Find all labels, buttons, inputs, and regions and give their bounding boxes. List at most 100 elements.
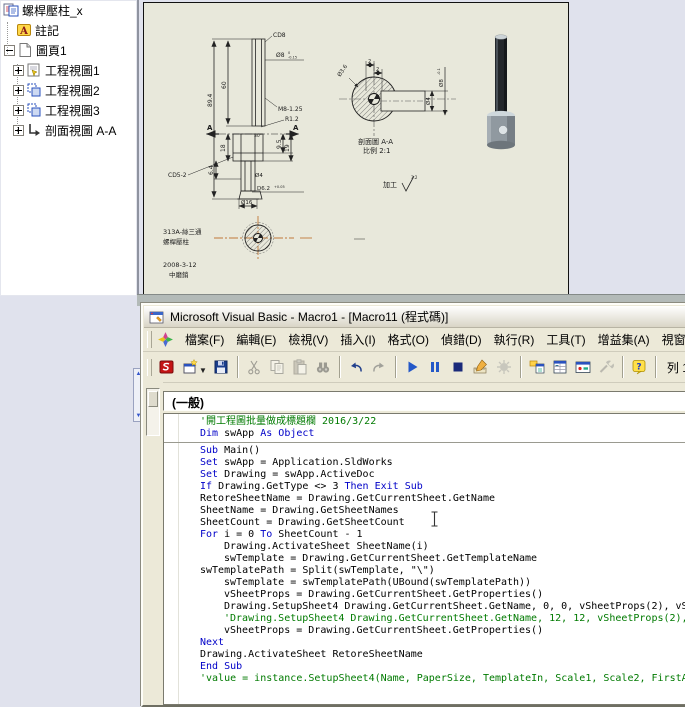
svg-text:?: ? (637, 363, 642, 373)
tree-item-label: 工程視圖2 (45, 83, 100, 98)
dim-9-5: 9.5 (276, 139, 283, 149)
help-button[interactable]: ? (628, 356, 651, 379)
screen: CD8 Ø8 0 -0.15 89.4 60 M8-1.25 R1.2 A A … (0, 0, 685, 707)
code-line[interactable]: swTemplate = swTemplatePath(UBound(swTem… (164, 577, 685, 589)
code-line[interactable]: Set Drawing = swApp.ActiveDoc (164, 469, 685, 481)
save-button[interactable] (210, 356, 233, 379)
expand-icon[interactable] (13, 64, 24, 76)
menu-item-insert[interactable]: 插入(I) (334, 328, 381, 351)
menu-item-run[interactable]: 執行(R) (488, 328, 541, 351)
code-line[interactable]: Dim swApp As Object (164, 428, 685, 440)
tree-item-annotations[interactable]: A 註記 (0, 20, 137, 40)
code-line[interactable]: Drawing.SetupSheet4 Drawing.GetCurrentSh… (164, 601, 685, 613)
code-line[interactable]: swTemplatePath = Split(swTemplate, "\") (164, 565, 685, 577)
redo-button[interactable] (368, 356, 391, 379)
copy-button[interactable] (266, 356, 289, 379)
code-line[interactable]: RetoreSheetName = Drawing.GetCurrentShee… (164, 493, 685, 505)
project-explorer-button[interactable] (526, 356, 549, 379)
reset-button[interactable] (447, 356, 470, 379)
tree-item-section-view-aa[interactable]: 剖面視圖 A-A (0, 120, 137, 140)
design-mode-icon (472, 358, 490, 376)
menu-item-window[interactable]: 視窗(W) (656, 328, 685, 351)
dim-cd5-2: CD5-2 (168, 172, 187, 179)
insert-userform-button[interactable] (178, 356, 201, 379)
object-dropdown[interactable]: (一般) (163, 391, 685, 411)
menu-item-format[interactable]: 格式(O) (382, 328, 435, 351)
code-line[interactable]: Sub Main() (164, 445, 685, 457)
vb-window-title: Microsoft Visual Basic - Macro1 - [Macro… (170, 310, 449, 324)
toolbar-grip[interactable] (147, 358, 152, 376)
vb-titlebar[interactable]: Microsoft Visual Basic - Macro1 - [Macro… (144, 306, 685, 328)
menu-item-view[interactable]: 檢視(V) (282, 328, 334, 351)
note-line1: 313A-絲三通 (163, 227, 202, 236)
tree-item-sheet1[interactable]: 圖頁1 (0, 40, 137, 60)
scrollbar-thumb[interactable] (148, 391, 158, 407)
annotations-icon: A (16, 22, 32, 38)
menu-item-addins[interactable]: 增益集(A) (592, 328, 656, 351)
project-explorer-icon (528, 358, 546, 376)
insert-userform-icon (181, 358, 199, 376)
expand-icon[interactable] (13, 124, 24, 136)
code-line[interactable]: Next (164, 637, 685, 649)
break-button[interactable] (424, 356, 447, 379)
expand-icon[interactable] (13, 84, 24, 96)
collapsed-pane-scrollbar[interactable] (146, 388, 160, 436)
drawing-sheet[interactable]: CD8 Ø8 0 -0.15 89.4 60 M8-1.25 R1.2 A A … (143, 2, 569, 298)
code-line[interactable]: If Drawing.GetType <> 3 Then Exit Sub (164, 481, 685, 493)
code-line[interactable]: 'value = instance.SetupSheet4(Name, Pape… (164, 673, 685, 685)
vb-toolbar: ▼? 列 14， (143, 352, 685, 383)
code-line[interactable]: 'Drawing.SetupSheet4 Drawing.GetCurrentS… (164, 613, 685, 625)
toolbox-icon (597, 358, 615, 376)
tree-item-drawing-view3[interactable]: 工程視圖3 (0, 100, 137, 120)
toolbar-separator (519, 356, 522, 378)
object-browser-icon (574, 358, 592, 376)
menu-item-file[interactable]: 檔案(F) (179, 328, 230, 351)
menubar-grip[interactable] (147, 331, 152, 348)
menu-item-edit[interactable]: 編輯(E) (230, 328, 282, 351)
collapsed-project-pane[interactable] (143, 382, 163, 705)
sheet-icon (17, 42, 33, 58)
run-button[interactable] (401, 356, 424, 379)
cut-button[interactable] (243, 356, 266, 379)
code-line[interactable]: SheetCount = Drawing.GetSheetCount (164, 517, 685, 529)
dim-30deg: 30° (254, 133, 262, 139)
properties-window-button[interactable] (549, 356, 572, 379)
tree-item-drawing-view2[interactable]: 工程視圖2 (0, 80, 137, 100)
menu-item-debug[interactable]: 偵錯(D) (435, 328, 488, 351)
tree-item-label: 圖頁1 (36, 43, 67, 58)
toolbox-button[interactable] (595, 356, 618, 379)
procedure-separator (164, 440, 685, 445)
undo-button[interactable] (345, 356, 368, 379)
paste-button[interactable] (289, 356, 312, 379)
dim-cd8: CD8 (273, 32, 286, 39)
code-line[interactable]: For i = 0 To SheetCount - 1 (164, 529, 685, 541)
design-mode-button[interactable] (470, 356, 493, 379)
code-line[interactable]: vSheetProps = Drawing.GetCurrentSheet.Ge… (164, 589, 685, 601)
note-date: 2008-3-12 (163, 261, 197, 269)
menu-item-tools[interactable]: 工具(T) (540, 328, 591, 351)
feature-tree-panel[interactable]: 螺桿壓柱_x A 註記圖頁1 工程視圖1 工程視圖2 工程視圖3 剖面視圖 A-A (0, 0, 139, 296)
note-sign: 中磨銷 (169, 270, 189, 279)
find-button[interactable] (312, 356, 335, 379)
solidworks-button[interactable] (155, 356, 178, 379)
expand-icon[interactable] (13, 104, 24, 116)
dropdown-caret-icon[interactable]: ▼ (199, 366, 207, 375)
code-line[interactable]: SheetName = Drawing.GetSheetNames (164, 505, 685, 517)
code-line[interactable]: Set swApp = Application.SldWorks (164, 457, 685, 469)
code-editor[interactable]: '開工程圖批量做成標題欄 2016/3/22 Dim swApp As Objec… (163, 413, 685, 705)
tree-item-drawing-view1[interactable]: 工程視圖1 (0, 60, 137, 80)
vb-editor-window: Microsoft Visual Basic - Macro1 - [Macro… (141, 303, 685, 707)
object-browser-button[interactable] (572, 356, 595, 379)
code-line[interactable]: '開工程圖批量做成標題欄 2016/3/22 (164, 416, 685, 428)
code-line[interactable]: End Sub (164, 661, 685, 673)
code-line[interactable]: swTemplate = Drawing.GetCurrentSheet.Get… (164, 553, 685, 565)
code-line[interactable]: Drawing.ActivateSheet SheetName(i) (164, 541, 685, 553)
section-view-icon (26, 122, 42, 138)
design-mode-alt-button[interactable] (493, 356, 516, 379)
line-column-status: 列 14， (666, 360, 685, 375)
tree-item-drawing-document[interactable]: 螺桿壓柱_x (0, 0, 137, 20)
bottom-view (214, 216, 365, 260)
collapse-icon[interactable] (4, 44, 15, 56)
code-line[interactable]: vSheetProps = Drawing.GetCurrentSheet.Ge… (164, 625, 685, 637)
code-line[interactable]: Drawing.ActivateSheet RetoreSheetName (164, 649, 685, 661)
